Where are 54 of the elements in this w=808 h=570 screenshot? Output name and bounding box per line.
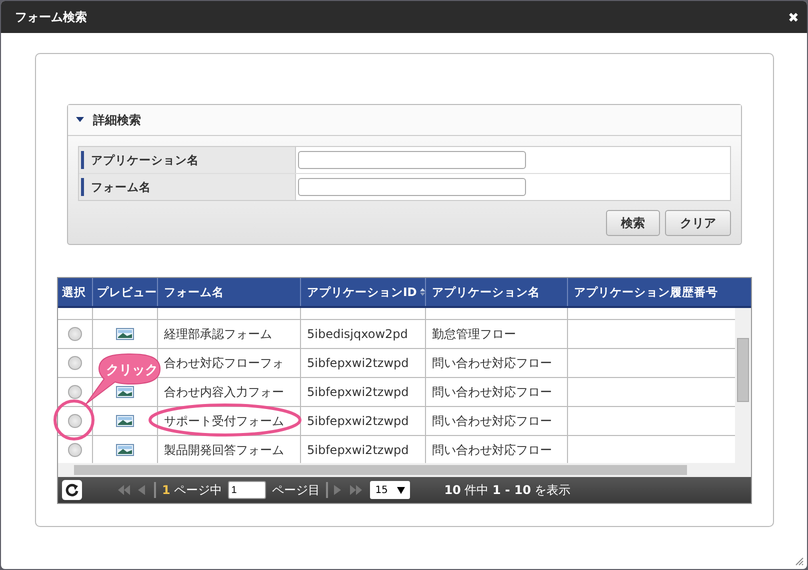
image-icon[interactable] <box>116 386 134 398</box>
image-icon[interactable] <box>116 415 134 427</box>
column-header[interactable]: アプリケーション名 <box>426 278 568 306</box>
dropdown-arrow-icon[interactable] <box>397 486 406 494</box>
table-cell: 5ibfepxwi2tzwpd <box>307 385 409 399</box>
page-input[interactable]: 1 <box>228 481 266 499</box>
table-cell: 合わせ内容入力フォー <box>164 384 284 400</box>
table-cell: 5ibfepxwi2tzwpd <box>307 356 409 370</box>
next-last-icon[interactable] <box>334 484 364 496</box>
first-prev-icon[interactable] <box>118 484 148 496</box>
column-header[interactable]: アプリケーション履歴番号 <box>568 278 751 306</box>
column-header[interactable]: フォーム名 <box>158 278 301 306</box>
refresh-button[interactable] <box>62 480 82 500</box>
table-cell: 5ibedisjqxow2pd <box>307 327 408 341</box>
record-count: 10 件中 1 - 10 を表示 <box>444 482 571 498</box>
field-label: アプリケーション名 <box>79 147 296 173</box>
close-button[interactable]: ✖ <box>788 10 799 24</box>
page-label: 1 ページ中 <box>162 482 222 498</box>
field-label: フォーム名 <box>79 174 296 200</box>
page-size-select[interactable]: 15 <box>370 481 410 499</box>
panel-title: 詳細検索 <box>93 112 141 128</box>
input-field[interactable] <box>298 178 526 196</box>
table-cell: 勤怠管理フロー <box>432 326 516 342</box>
table-cell: 製品開発回答フォーム <box>164 442 284 458</box>
table-cell: サポート受付フォーム <box>164 412 284 430</box>
window-title: フォーム検索 <box>15 8 87 26</box>
column-header[interactable]: 選択 <box>58 278 93 306</box>
table-cell: 問い合わせ対応フロー <box>432 442 552 458</box>
column-header[interactable]: プレビュー <box>93 278 158 306</box>
table-cell: 問い合わせ対応フロー <box>432 384 552 400</box>
resize-grip-icon[interactable] <box>794 556 804 566</box>
table-cell: 経理部承認フォーム <box>164 326 272 342</box>
caret-icon[interactable] <box>76 117 84 123</box>
page-suffix: ページ目 <box>272 482 320 498</box>
radio-button[interactable] <box>68 356 82 370</box>
table-cell: 問い合わせ対応フロー <box>432 412 552 430</box>
vertical-scrollbar[interactable] <box>735 308 751 463</box>
radio-button[interactable] <box>68 327 82 341</box>
table-cell: 問い合わせ対応フロー <box>432 354 552 372</box>
highlight-circle <box>54 400 94 440</box>
radio-button[interactable] <box>68 385 82 399</box>
table-cell: 5ibfepxwi2tzwpd <box>307 443 409 457</box>
input-field[interactable] <box>298 151 526 169</box>
horizontal-scrollbar[interactable] <box>58 463 751 477</box>
column-header[interactable]: アプリケーションID <box>301 278 426 306</box>
search-panel-button[interactable]: 検索 <box>606 210 660 236</box>
table-cell: 5ibfepxwi2tzwpd <box>307 414 409 428</box>
image-icon[interactable] <box>116 444 134 456</box>
table-cell: 合わせ対応フローフォ <box>164 354 284 372</box>
image-icon[interactable] <box>116 328 134 340</box>
callout-label: クリック <box>106 362 158 379</box>
search-panel-button[interactable]: クリア <box>665 210 731 236</box>
radio-button[interactable] <box>68 414 82 428</box>
radio-button[interactable] <box>68 443 82 457</box>
